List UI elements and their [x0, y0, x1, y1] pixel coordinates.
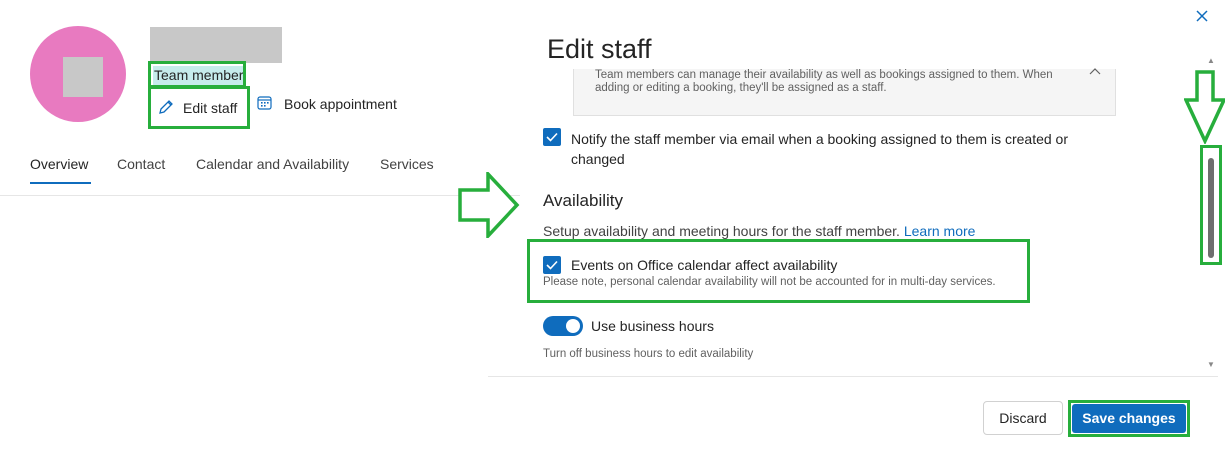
tab-services[interactable]: Services: [380, 156, 434, 172]
business-hours-label: Use business hours: [591, 318, 714, 334]
book-appointment-label: Book appointment: [284, 96, 397, 112]
events-label: Events on Office calendar affect availab…: [571, 257, 838, 273]
discard-button[interactable]: Discard: [983, 401, 1063, 435]
save-changes-button[interactable]: Save changes: [1072, 404, 1186, 433]
calendar-icon: [257, 95, 272, 113]
tab-calendar-availability[interactable]: Calendar and Availability: [196, 156, 349, 172]
availability-description: Setup availability and meeting hours for…: [543, 223, 975, 239]
availability-heading: Availability: [543, 191, 624, 210]
close-icon[interactable]: [1191, 6, 1213, 28]
avatar-initials-redacted: [63, 57, 103, 97]
events-note: Please note, personal calendar availabil…: [543, 276, 996, 288]
tab-contact[interactable]: Contact: [117, 156, 165, 172]
panel-title: Edit staff: [547, 34, 652, 64]
tab-overview[interactable]: Overview: [30, 156, 88, 172]
edit-highlight-box: [148, 86, 250, 129]
notify-label: Notify the staff member via email when a…: [571, 131, 1068, 167]
role-info-text: Team members can manage their availabili…: [595, 69, 1053, 94]
right-arrow-icon: [458, 169, 520, 243]
down-arrow-icon: [1183, 70, 1225, 149]
staff-name-redacted: [150, 27, 282, 63]
learn-more-link[interactable]: Learn more: [904, 223, 976, 239]
notify-checkbox[interactable]: [543, 128, 561, 146]
availability-description-text: Setup availability and meeting hours for…: [543, 223, 900, 239]
scroll-down-arrow-icon[interactable]: ▼: [1207, 360, 1215, 369]
book-appointment-button[interactable]: Book appointment: [257, 95, 397, 113]
scrollbar-highlight-box: [1200, 145, 1222, 265]
chevron-up-icon[interactable]: [1088, 66, 1102, 80]
footer-divider: [488, 376, 1218, 377]
events-checkbox[interactable]: [543, 256, 561, 274]
business-hours-note: Turn off business hours to edit availabi…: [543, 348, 754, 360]
role-highlight-box: [148, 61, 246, 88]
toggle-knob: [566, 319, 580, 333]
active-tab-indicator: [30, 182, 91, 184]
scroll-up-arrow-icon[interactable]: ▲: [1207, 56, 1215, 65]
